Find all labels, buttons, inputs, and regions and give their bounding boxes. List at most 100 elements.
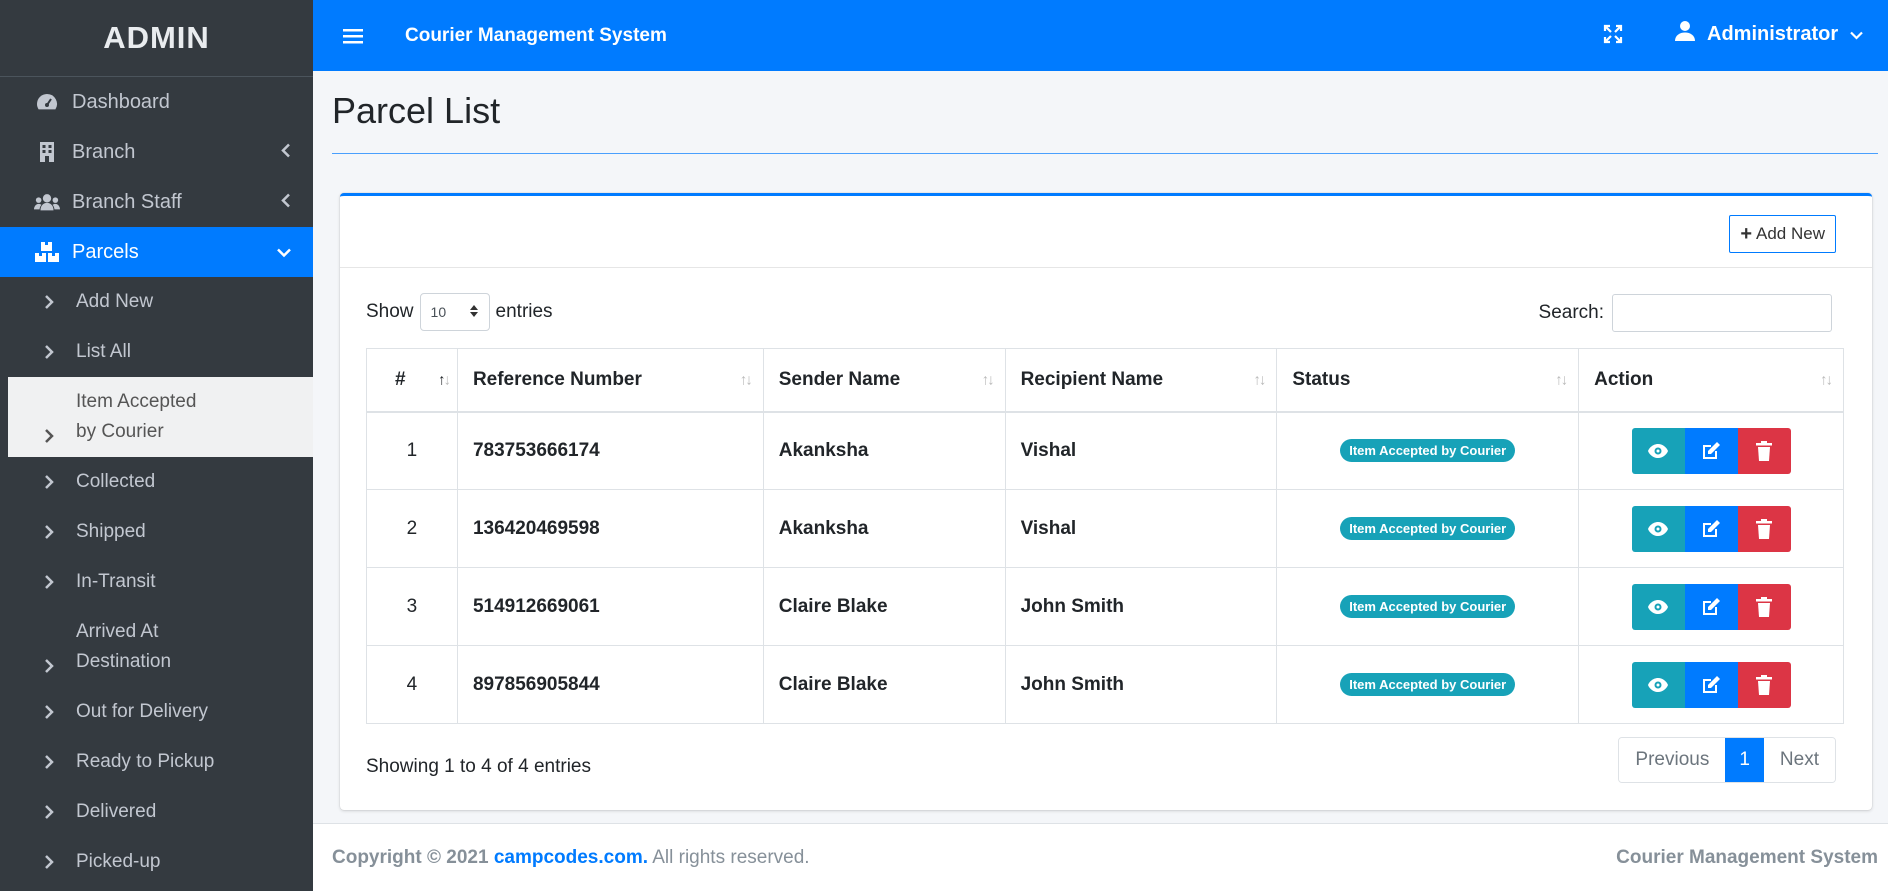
previous-button[interactable]: Previous: [1619, 738, 1726, 782]
eye-icon: [1648, 521, 1669, 536]
next-button[interactable]: Next: [1763, 738, 1835, 782]
column-header-sender[interactable]: Sender Name ↑↓: [762, 348, 1006, 413]
reference-number: 897856905844: [456, 645, 764, 724]
add-new-button[interactable]: + Add New: [1729, 215, 1836, 253]
campcodes-link[interactable]: campcodes.com.: [494, 847, 648, 868]
chevron-right-icon: [44, 755, 62, 769]
submenu-item-ready-to-pickup[interactable]: Ready to Pickup: [4, 737, 313, 787]
submenu-label-line2: by Courier: [76, 421, 164, 442]
chevron-right-icon: [44, 475, 62, 489]
submenu-item-arrived-at-destination[interactable]: Arrived At Destination: [4, 607, 313, 687]
view-button[interactable]: [1631, 505, 1685, 552]
table-row: 4 897856905844 Claire Blake John Smith I…: [366, 645, 1844, 724]
hamburger-menu-icon[interactable]: [341, 24, 365, 48]
column-label: Action: [1594, 368, 1654, 390]
page-button-current[interactable]: 1: [1725, 738, 1764, 782]
submenu-label-line1: Arrived At: [76, 621, 159, 642]
status-badge: Item Accepted by Courier: [1340, 517, 1516, 540]
submenu-label: Picked-up: [76, 851, 161, 872]
show-label: Show: [366, 301, 414, 322]
delete-button[interactable]: [1737, 661, 1791, 708]
sender-name: Akanksha: [762, 411, 1006, 490]
sort-arrows-icon: [469, 304, 479, 321]
view-button[interactable]: [1631, 427, 1685, 474]
edit-button[interactable]: [1684, 583, 1738, 630]
brand-logo[interactable]: ADMIN: [0, 0, 313, 77]
user-menu[interactable]: Administrator: [1675, 20, 1863, 48]
sort-icon: ↑↓: [1555, 371, 1568, 389]
user-icon: [1675, 20, 1695, 48]
submenu-item-list-all[interactable]: List All: [4, 327, 313, 377]
building-icon: [34, 140, 60, 164]
pagination: Previous 1 Next: [1618, 737, 1836, 783]
sidebar-item-parcels[interactable]: Parcels: [0, 227, 313, 277]
submenu-label: List All: [76, 341, 131, 362]
page-size-control: Show 10 entries: [366, 293, 553, 331]
sender-name: Claire Blake: [762, 645, 1006, 724]
recipient-name: John Smith: [1004, 567, 1278, 646]
submenu-item-shipped[interactable]: Shipped: [4, 507, 313, 557]
submenu-item-delivered[interactable]: Delivered: [4, 787, 313, 837]
sidebar-item-dashboard[interactable]: Dashboard: [0, 77, 313, 127]
chevron-right-icon: [44, 345, 62, 359]
action-cell: [1578, 489, 1844, 568]
edit-icon: [1703, 597, 1721, 615]
chevron-right-icon: [44, 659, 62, 673]
submenu-item-collected[interactable]: Collected: [4, 457, 313, 507]
reference-number: 783753666174: [456, 411, 764, 490]
card-header: + Add New: [340, 196, 1872, 268]
column-header-number[interactable]: # ↑↓: [366, 348, 458, 413]
column-label: Reference Number: [472, 368, 642, 390]
column-header-status[interactable]: Status ↑↓: [1276, 348, 1580, 413]
status-cell: Item Accepted by Courier: [1276, 567, 1580, 646]
page-size-value: 10: [430, 304, 447, 320]
submenu-item-picked-up[interactable]: Picked-up: [4, 837, 313, 887]
row-number: 2: [366, 489, 458, 568]
sender-name: Akanksha: [762, 489, 1006, 568]
parcel-list-card: + Add New Show 10 entries Search: # ↑↓ R…: [340, 193, 1872, 810]
submenu-item-out-for-delivery[interactable]: Out for Delivery: [4, 687, 313, 737]
submenu-label: Shipped: [76, 521, 146, 542]
recipient-name: Vishal: [1004, 411, 1278, 490]
submenu-item-add-new[interactable]: Add New: [4, 277, 313, 327]
users-icon: [34, 190, 60, 214]
search-input[interactable]: [1612, 294, 1832, 332]
app-title: Courier Management System: [405, 24, 667, 46]
edit-button[interactable]: [1684, 427, 1738, 474]
sidebar-item-branch-staff[interactable]: Branch Staff: [0, 177, 313, 227]
fullscreen-icon[interactable]: [1603, 24, 1623, 49]
delete-button[interactable]: [1737, 583, 1791, 630]
search-label: Search:: [1538, 302, 1604, 323]
recipient-name: John Smith: [1004, 645, 1278, 724]
submenu-item-item-accepted[interactable]: Item Accepted by Courier: [8, 377, 313, 457]
edit-button[interactable]: [1684, 505, 1738, 552]
chevron-right-icon: [44, 805, 62, 819]
column-header-action[interactable]: Action ↑↓: [1578, 348, 1844, 413]
chevron-right-icon: [44, 575, 62, 589]
sort-icon: ↑↓: [437, 371, 451, 389]
submenu-label: Collected: [76, 471, 156, 492]
delete-button[interactable]: [1737, 427, 1791, 474]
submenu-item-in-transit[interactable]: In-Transit: [4, 557, 313, 607]
eye-icon: [1648, 599, 1669, 614]
footer-app-name: Courier Management System: [1616, 846, 1878, 868]
sidebar-item-branch[interactable]: Branch: [0, 127, 313, 177]
column-header-reference[interactable]: Reference Number ↑↓: [456, 348, 764, 413]
submenu-label: Ready to Pickup: [76, 751, 215, 772]
submenu-label: Out for Delivery: [76, 701, 208, 722]
recipient-name: Vishal: [1004, 489, 1278, 568]
delete-button[interactable]: [1737, 505, 1791, 552]
sort-icon: ↑↓: [739, 371, 753, 389]
row-number: 3: [366, 567, 458, 646]
page-size-select[interactable]: 10: [419, 293, 490, 331]
view-button[interactable]: [1631, 583, 1685, 630]
submenu-label-line2: Destination: [76, 651, 172, 672]
entries-label: entries: [495, 301, 553, 322]
edit-button[interactable]: [1684, 661, 1738, 708]
chevron-left-icon: [281, 191, 291, 214]
view-button[interactable]: [1631, 661, 1685, 708]
status-cell: Item Accepted by Courier: [1276, 645, 1580, 724]
edit-icon: [1703, 441, 1721, 459]
parcels-submenu: Add New List All Item Accepted by Courier…: [0, 277, 313, 887]
column-header-recipient[interactable]: Recipient Name ↑↓: [1004, 348, 1278, 413]
